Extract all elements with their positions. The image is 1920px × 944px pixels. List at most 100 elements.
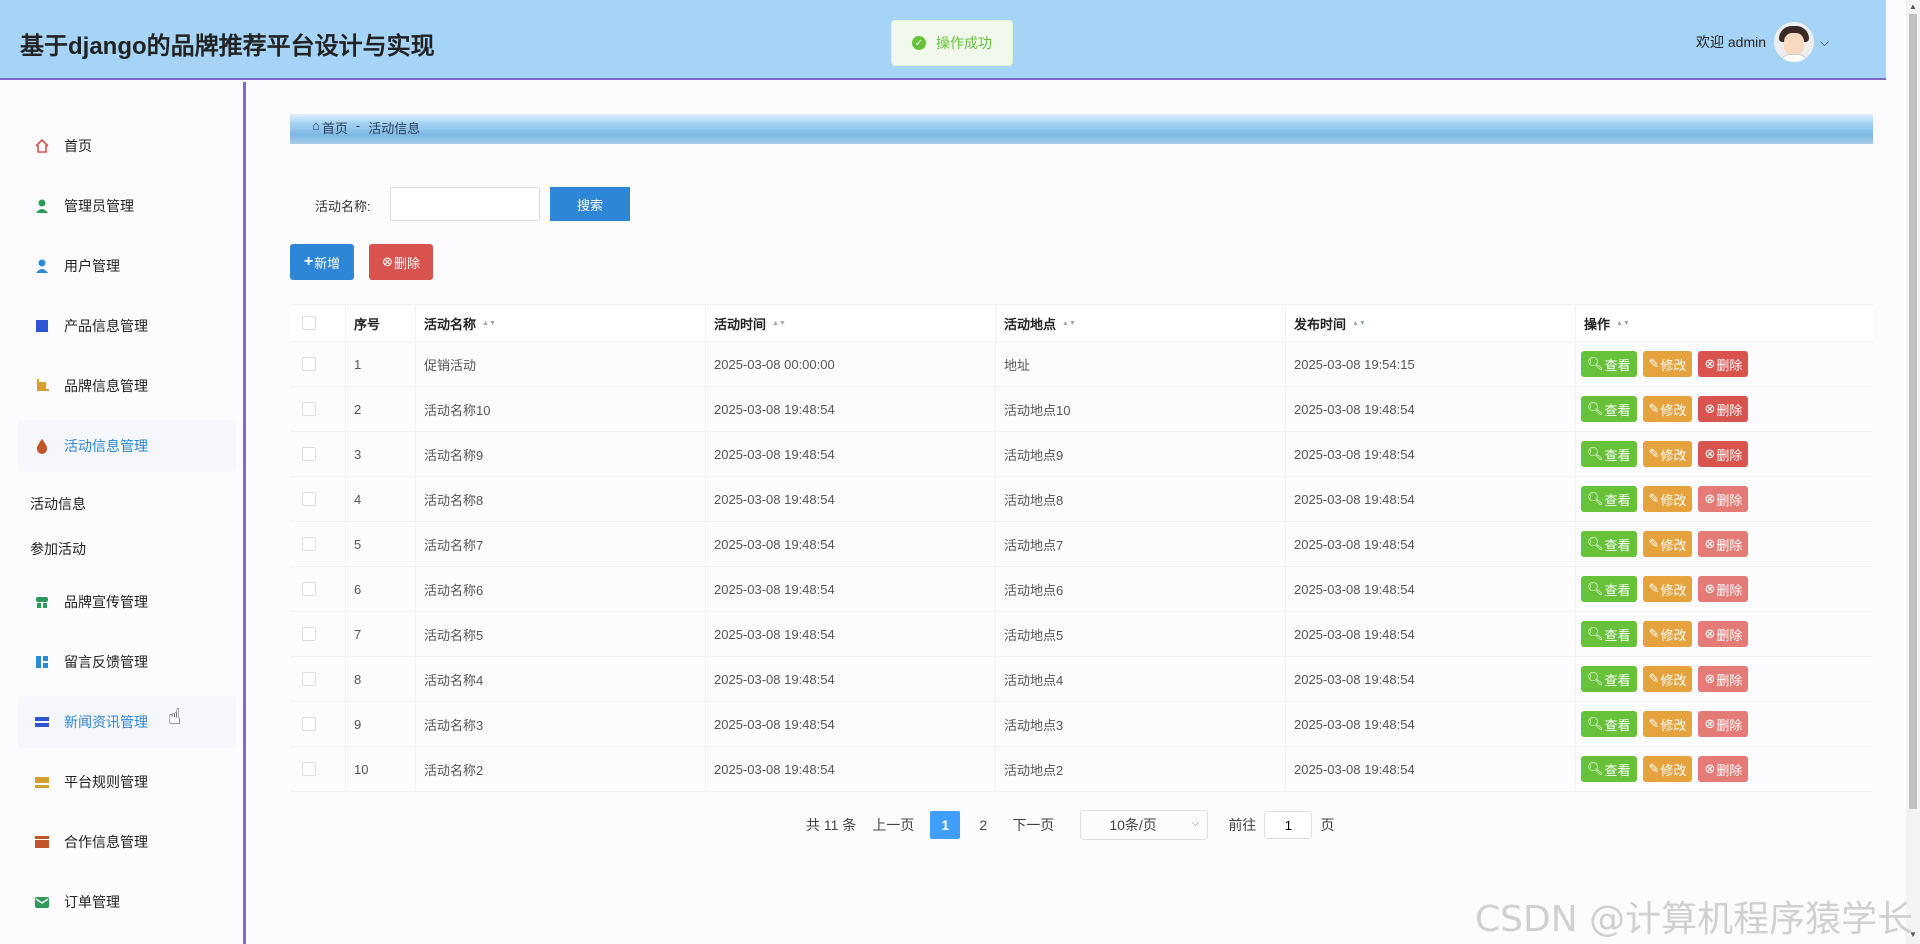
sort-icon[interactable]: ▲▼ [772, 320, 786, 327]
header-actions[interactable]: 操作 ▲▼ [1575, 305, 1873, 341]
row-checkbox[interactable] [302, 627, 316, 641]
goto-page-input[interactable] [1264, 811, 1313, 839]
delete-button-label: 删除 [1716, 762, 1743, 778]
cell-publish: 2025-03-08 19:48:54 [1285, 432, 1575, 476]
row-checkbox[interactable] [302, 447, 316, 461]
edit-button[interactable]: ✎ 修改 [1642, 351, 1693, 377]
header-no: 序号 [345, 305, 415, 341]
search-input[interactable] [390, 187, 540, 221]
close-circle-icon: ⊗ [1704, 536, 1716, 551]
sort-icon[interactable]: ▲▼ [1352, 320, 1366, 327]
pagination-next[interactable]: 下一页 [1012, 815, 1054, 835]
row-checkbox[interactable] [302, 402, 316, 416]
add-button[interactable]: + 新增 [290, 244, 354, 280]
sort-icon[interactable]: ▲▼ [1616, 320, 1630, 327]
row-checkbox[interactable] [302, 762, 316, 776]
page-scrollbar[interactable]: ▲ ▼ [1906, 0, 1920, 944]
edit-button[interactable]: ✎ 修改 [1642, 396, 1693, 422]
breadcrumb-home[interactable]: 首页 [322, 118, 348, 137]
sort-icon[interactable]: ▲▼ [1062, 320, 1076, 327]
scroll-up-icon[interactable]: ▲ [1909, 2, 1917, 11]
select-all-checkbox[interactable] [302, 316, 316, 330]
delete-button[interactable]: ⊗ 删除 [1698, 396, 1749, 422]
scroll-thumb[interactable] [1909, 14, 1917, 809]
home-icon: ⌂ [312, 118, 320, 133]
pagination-page-2[interactable]: 2 [968, 811, 998, 839]
page-size-select[interactable]: 10条/页 ⌵ [1080, 810, 1209, 840]
submenu-item-join-activity[interactable]: 参加活动 [30, 539, 86, 559]
row-checkbox[interactable] [302, 672, 316, 686]
delete-button[interactable]: ⊗ 删除 [1698, 756, 1749, 782]
view-button[interactable]: 🔍︎ 查看 [1581, 486, 1637, 512]
delete-button[interactable]: ⊗ 删除 [1698, 711, 1749, 737]
edit-button[interactable]: ✎ 修改 [1642, 486, 1693, 512]
sidebar-item-brands[interactable]: 品牌信息管理 [18, 360, 236, 412]
table-row: 1 促销活动 2025-03-08 00:00:00 地址 2025-03-08 19:… [290, 342, 1873, 387]
chevron-down-icon[interactable]: ⌵ [1820, 35, 1829, 50]
sidebar-item-home[interactable]: 首页 [18, 120, 236, 172]
header-place[interactable]: 活动地点 ▲▼ [995, 305, 1285, 341]
row-checkbox-cell [290, 747, 345, 791]
sidebar-item-users[interactable]: 用户管理 [18, 240, 236, 292]
view-button[interactable]: 🔍︎ 查看 [1581, 351, 1637, 377]
submenu-item-activity-info[interactable]: 活动信息 [30, 494, 86, 514]
edit-button[interactable]: ✎ 修改 [1642, 666, 1693, 692]
search-button[interactable]: 搜索 [550, 187, 630, 221]
close-circle-icon: ⊗ [1704, 581, 1716, 596]
view-button[interactable]: 🔍︎ 查看 [1581, 621, 1637, 647]
edit-icon: ✎ [1648, 581, 1660, 596]
delete-button-label: 删除 [393, 255, 420, 271]
row-checkbox[interactable] [302, 492, 316, 506]
row-checkbox[interactable] [302, 582, 316, 596]
close-circle-icon: ⊗ [1704, 761, 1716, 776]
view-button[interactable]: 🔍︎ 查看 [1581, 756, 1637, 782]
delete-button[interactable]: ⊗ 删除 [1698, 351, 1749, 377]
success-toast: ✓ 操作成功 [891, 20, 1013, 66]
header-publish[interactable]: 发布时间 ▲▼ [1285, 305, 1575, 341]
cell-publish: 2025-03-08 19:48:54 [1285, 747, 1575, 791]
delete-button[interactable]: ⊗ 删除 [1698, 531, 1749, 557]
delete-button[interactable]: ⊗ 删除 [1698, 621, 1749, 647]
sidebar-item-feedback[interactable]: 留言反馈管理 [18, 636, 236, 688]
view-button[interactable]: 🔍︎ 查看 [1581, 441, 1637, 467]
delete-button[interactable]: ⊗ 删除 [369, 244, 433, 280]
edit-button[interactable]: ✎ 修改 [1642, 441, 1693, 467]
edit-button[interactable]: ✎ 修改 [1642, 621, 1693, 647]
sidebar-item-news[interactable]: 新闻资讯管理 [18, 696, 236, 748]
sidebar-item-cooperation[interactable]: 合作信息管理 [18, 816, 236, 868]
view-button[interactable]: 🔍︎ 查看 [1581, 576, 1637, 602]
row-checkbox-cell [290, 387, 345, 431]
row-checkbox[interactable] [302, 357, 316, 371]
edit-button[interactable]: ✎ 修改 [1642, 756, 1693, 782]
cell-name: 活动名称5 [415, 612, 705, 656]
edit-button[interactable]: ✎ 修改 [1642, 576, 1693, 602]
pagination-prev[interactable]: 上一页 [872, 815, 914, 835]
user-menu[interactable]: 欢迎 admin ⌵ [1696, 22, 1829, 62]
cell-place: 地址 [995, 342, 1285, 386]
header-name[interactable]: 活动名称 ▲▼ [415, 305, 705, 341]
row-checkbox[interactable] [302, 717, 316, 731]
row-checkbox[interactable] [302, 537, 316, 551]
avatar[interactable] [1774, 22, 1815, 62]
view-button[interactable]: 🔍︎ 查看 [1581, 531, 1637, 557]
delete-button[interactable]: ⊗ 删除 [1698, 441, 1749, 467]
edit-button[interactable]: ✎ 修改 [1642, 531, 1693, 557]
pagination-page-1[interactable]: 1 [930, 811, 961, 839]
sidebar-item-label: 产品信息管理 [64, 318, 148, 334]
edit-button[interactable]: ✎ 修改 [1642, 711, 1693, 737]
sidebar-item-products[interactable]: 产品信息管理 [18, 300, 236, 352]
view-button[interactable]: 🔍︎ 查看 [1581, 666, 1637, 692]
sidebar-item-orders[interactable]: 订单管理 [18, 876, 236, 928]
header-time[interactable]: 活动时间 ▲▼ [705, 305, 995, 341]
view-button[interactable]: 🔍︎ 查看 [1581, 711, 1637, 737]
view-button[interactable]: 🔍︎ 查看 [1581, 396, 1637, 422]
sidebar-item-admin[interactable]: 管理员管理 [18, 180, 236, 232]
delete-button[interactable]: ⊗ 删除 [1698, 576, 1749, 602]
sort-icon[interactable]: ▲▼ [482, 320, 496, 327]
delete-button[interactable]: ⊗ 删除 [1698, 666, 1749, 692]
sidebar-item-brand-promotion[interactable]: 品牌宣传管理 [18, 576, 236, 628]
sidebar-item-rules[interactable]: 平台规则管理 [18, 756, 236, 808]
toast-text: 操作成功 [936, 35, 992, 51]
delete-button[interactable]: ⊗ 删除 [1698, 486, 1749, 512]
sidebar-item-activities[interactable]: 活动信息管理 [18, 420, 236, 472]
